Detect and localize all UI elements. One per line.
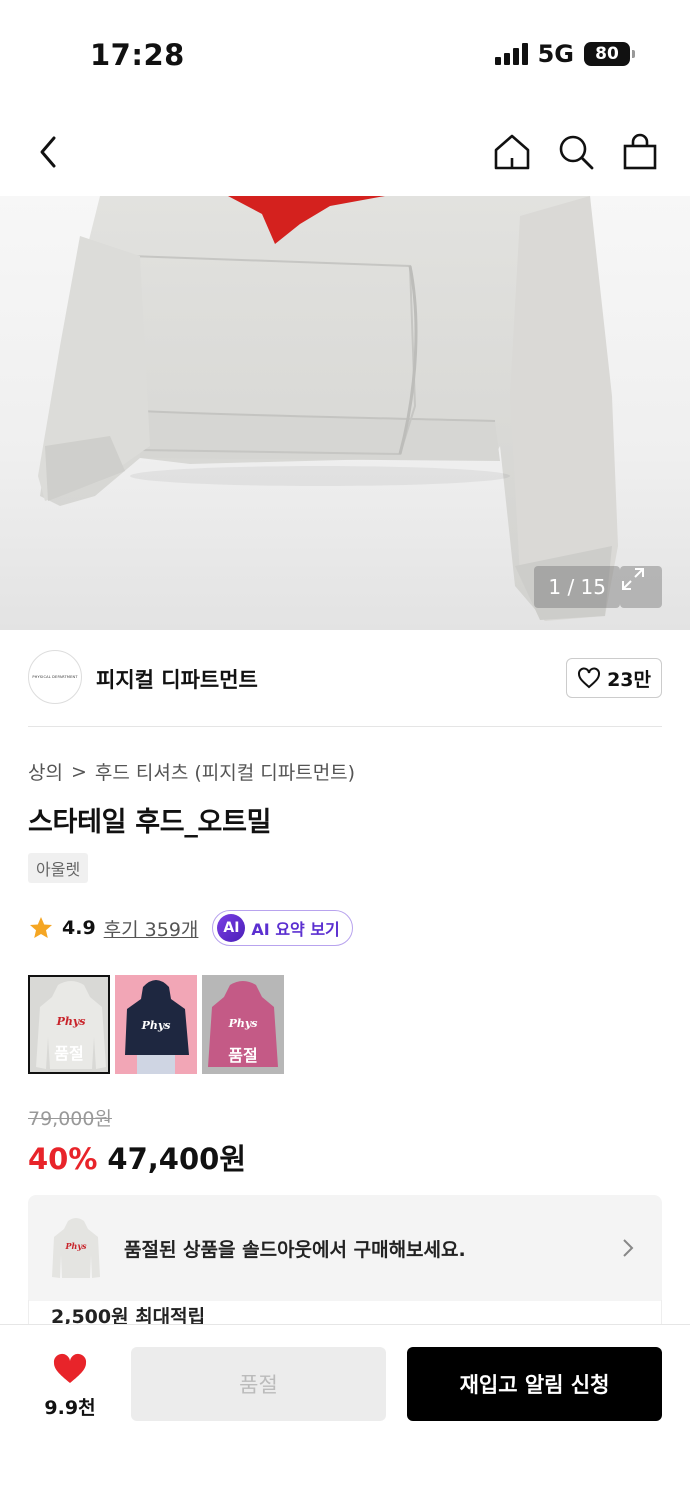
color-options: Phys 품절 Phys Phys 품절 <box>28 975 284 1074</box>
breadcrumb-subcategory[interactable]: 후드 티셔츠 (피지컬 디파트먼트) <box>95 758 355 785</box>
brand-like-button[interactable]: 23만 <box>566 658 662 698</box>
breadcrumb: 상의 > 후드 티셔츠 (피지컬 디파트먼트) <box>28 758 355 785</box>
price-row: 40% 47,400원 <box>28 1136 246 1178</box>
sold-out-label: 품절 <box>54 1044 84 1063</box>
rating-row: 4.9 후기 359개 AI AI 요약 보기 <box>28 910 353 946</box>
svg-text:Phys: Phys <box>65 1241 87 1251</box>
status-time: 17:28 <box>90 38 185 72</box>
banner-text: 품절된 상품을 솔드아웃에서 구매해보세요. <box>124 1239 466 1261</box>
breadcrumb-separator: > <box>70 760 87 783</box>
hoodie-thumbnail: Phys <box>52 1218 100 1278</box>
ai-summary-label: AI 요약 보기 <box>251 920 340 939</box>
shopping-bag-icon[interactable] <box>620 130 660 174</box>
outlet-tag: 아울렛 <box>28 853 89 883</box>
soldout-promo-banner[interactable]: Phys 품절된 상품을 솔드아웃에서 구매해보세요. <box>28 1195 662 1301</box>
original-price: 79,000원 <box>28 1108 112 1130</box>
chevron-left-icon[interactable] <box>30 130 70 174</box>
sold-out-label: 품절 <box>228 1046 258 1065</box>
heart-outline-icon <box>578 667 601 689</box>
brand-name[interactable]: 피지컬 디파트먼트 <box>96 664 258 694</box>
chevron-right-icon <box>623 1239 634 1257</box>
svg-text:Phys: Phys <box>141 1019 171 1032</box>
top-navigation <box>0 110 690 194</box>
image-counter: 1 / 15 <box>534 566 620 608</box>
discount-rate: 40% <box>28 1142 98 1176</box>
product-hoodie-image <box>38 196 618 621</box>
brand-logo[interactable]: PHYSICAL DEPARTMENT <box>28 650 82 704</box>
brand-row[interactable]: PHYSICAL DEPARTMENT 피지컬 디파트먼트 23만 <box>28 648 662 708</box>
expand-icon[interactable] <box>620 566 662 608</box>
breadcrumb-category[interactable]: 상의 <box>28 758 63 785</box>
ai-badge-icon: AI <box>217 914 246 942</box>
model-thumbnail: Phys <box>125 980 189 1074</box>
svg-text:Phys: Phys <box>228 1017 258 1030</box>
review-count-link[interactable]: 후기 359개 <box>104 915 199 942</box>
color-option-pink[interactable]: Phys 품절 <box>202 975 284 1074</box>
signal-icon <box>494 43 528 65</box>
bottom-action-bar: 9.9천 품절 재입고 알림 신청 <box>0 1324 690 1500</box>
color-option-oatmeal[interactable]: Phys 품절 <box>28 975 110 1074</box>
ai-summary-button[interactable]: AI AI 요약 보기 <box>212 910 353 946</box>
like-count: 9.9천 <box>44 1397 96 1419</box>
restock-alert-button[interactable]: 재입고 알림 신청 <box>407 1347 662 1421</box>
soldout-button[interactable]: 품절 <box>131 1347 386 1421</box>
search-icon[interactable] <box>556 130 596 174</box>
status-bar: 17:28 5G 80 <box>0 0 690 100</box>
battery-icon: 80 <box>584 42 635 66</box>
product-title: 스타테일 후드_오트밀 <box>28 807 272 838</box>
brand-like-count: 23만 <box>607 668 651 691</box>
like-button[interactable]: 9.9천 <box>40 1353 100 1420</box>
color-option-navy[interactable]: Phys <box>115 975 197 1074</box>
rating-score: 4.9 <box>62 917 96 939</box>
home-icon[interactable] <box>492 130 532 174</box>
divider <box>28 726 662 727</box>
product-image-gallery[interactable]: 1 / 15 <box>0 196 690 630</box>
sale-price: 47,400원 <box>107 1142 247 1176</box>
nav-actions <box>492 130 660 174</box>
status-indicators: 5G 80 <box>494 40 635 68</box>
network-label: 5G <box>537 40 574 68</box>
svg-text:Phys: Phys <box>56 1015 86 1028</box>
star-icon <box>30 917 52 938</box>
heart-icon <box>53 1353 87 1383</box>
